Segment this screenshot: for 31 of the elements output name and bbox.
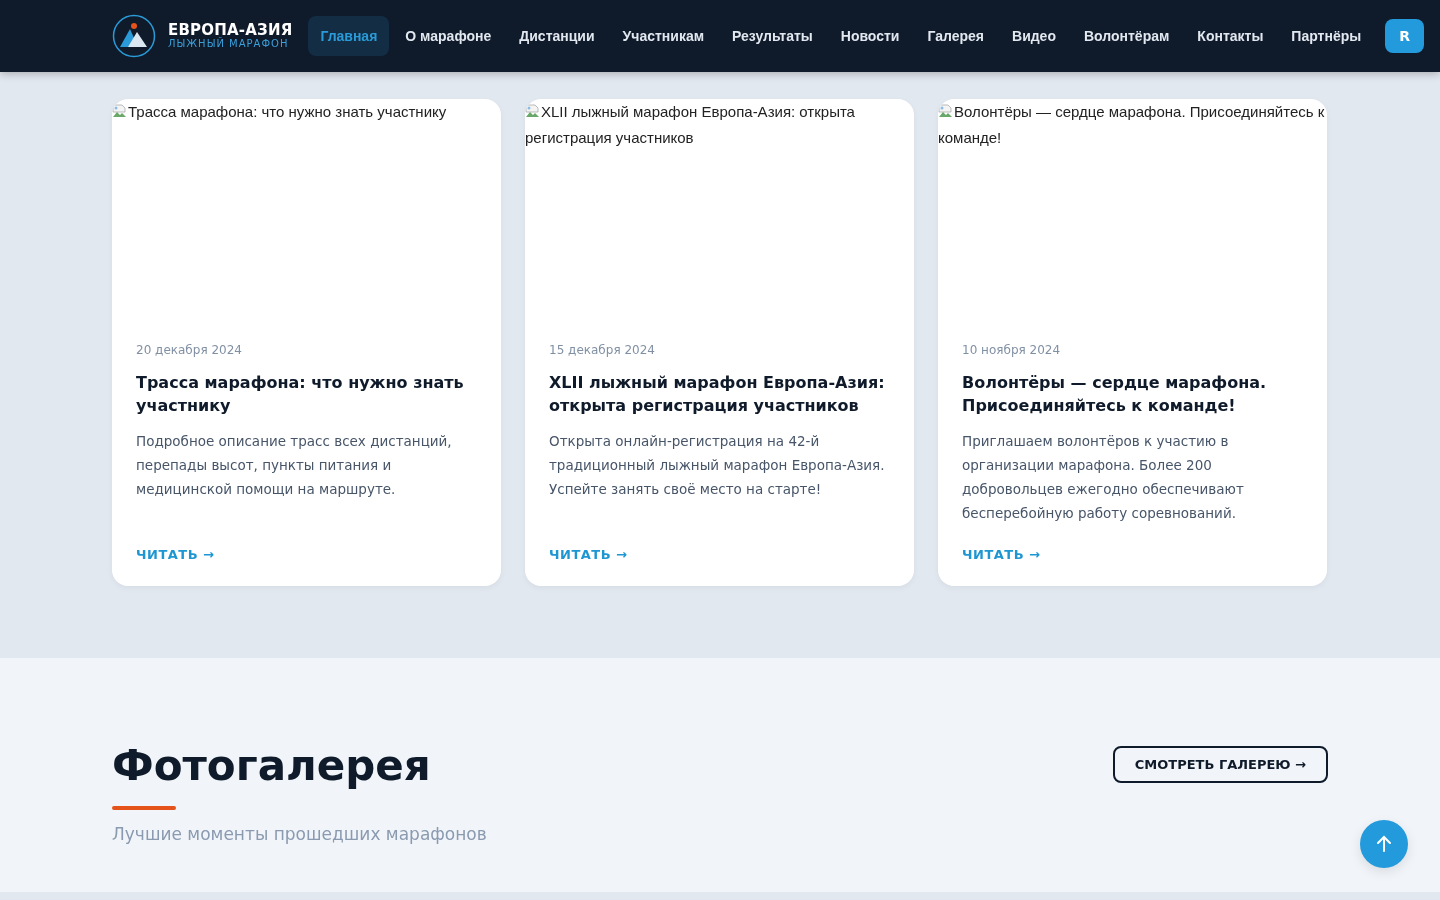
news-excerpt: Приглашаем волонтёров к участию в организации марафона. Более 200 добровольцев ежегодно обеспечивают бесперебойную работу соревнований. xyxy=(962,432,1245,523)
nav-link[interactable]: Результаты xyxy=(720,16,825,56)
nav-link[interactable]: Партнёры xyxy=(1279,16,1374,56)
nav-link[interactable]: Главная xyxy=(308,16,390,56)
nav-link[interactable]: Участникам xyxy=(610,16,717,56)
logo-title: ЕВРОПА-АЗИЯ xyxy=(168,22,293,38)
nav-link[interactable]: О марафоне xyxy=(393,16,504,56)
image-alt-text: Трасса марафона: что нужно знать участнику xyxy=(112,99,447,125)
nav-link[interactable]: Видео xyxy=(1000,16,1068,56)
arrow-up-icon xyxy=(1375,835,1393,853)
nav-link[interactable]: Новости xyxy=(828,16,912,56)
logo-subtitle: ЛЫЖНЫЙ МАРАФОН xyxy=(168,38,290,50)
news-date: 20 декабря 2024 xyxy=(136,343,243,357)
image-alt-text: XLII лыжный марафон Европа-Азия: открыта регистрация участников xyxy=(525,102,856,148)
news-excerpt: Подробное описание трасс всех дистанций, перепады высот, пункты питания и медицинской помощи на маршруте. xyxy=(136,432,453,499)
news-date: 10 ноября 2024 xyxy=(962,343,1062,357)
news-date: 15 декабря 2024 xyxy=(549,343,656,357)
news-title: XLII лыжный марафон Европа-Азия: открыта регистрация участников xyxy=(549,372,886,417)
news-title: Трасса марафона: что нужно знать участнику xyxy=(136,372,465,417)
section-subtitle: Лучшие моменты прошедших марафонов xyxy=(112,824,487,844)
image-alt-text: Волонтёры — сердце марафона. Присоединяйтесь к команде! xyxy=(938,102,1326,148)
nav-link[interactable]: Дистанции xyxy=(507,16,607,56)
news-title: Волонтёры — сердце марафона. Присоединяйтесь к команде! xyxy=(962,372,1268,417)
section-title: Фотогалерея xyxy=(112,740,432,792)
nav-link[interactable]: Контакты xyxy=(1185,16,1276,56)
title-underline xyxy=(112,806,176,810)
view-gallery-button[interactable]: СМОТРЕТЬ ГАЛЕРЕЮ → xyxy=(1112,746,1328,783)
news-excerpt: Открыта онлайн-регистрация на 42-й традиционный лыжный марафон Европа-Азия. Успейте занять своё место на старте! xyxy=(549,432,886,499)
mountain-logo-icon[interactable] xyxy=(112,14,156,58)
nav-link[interactable]: Галерея xyxy=(915,16,996,56)
nav-link[interactable]: Волонтёрам xyxy=(1071,16,1182,56)
